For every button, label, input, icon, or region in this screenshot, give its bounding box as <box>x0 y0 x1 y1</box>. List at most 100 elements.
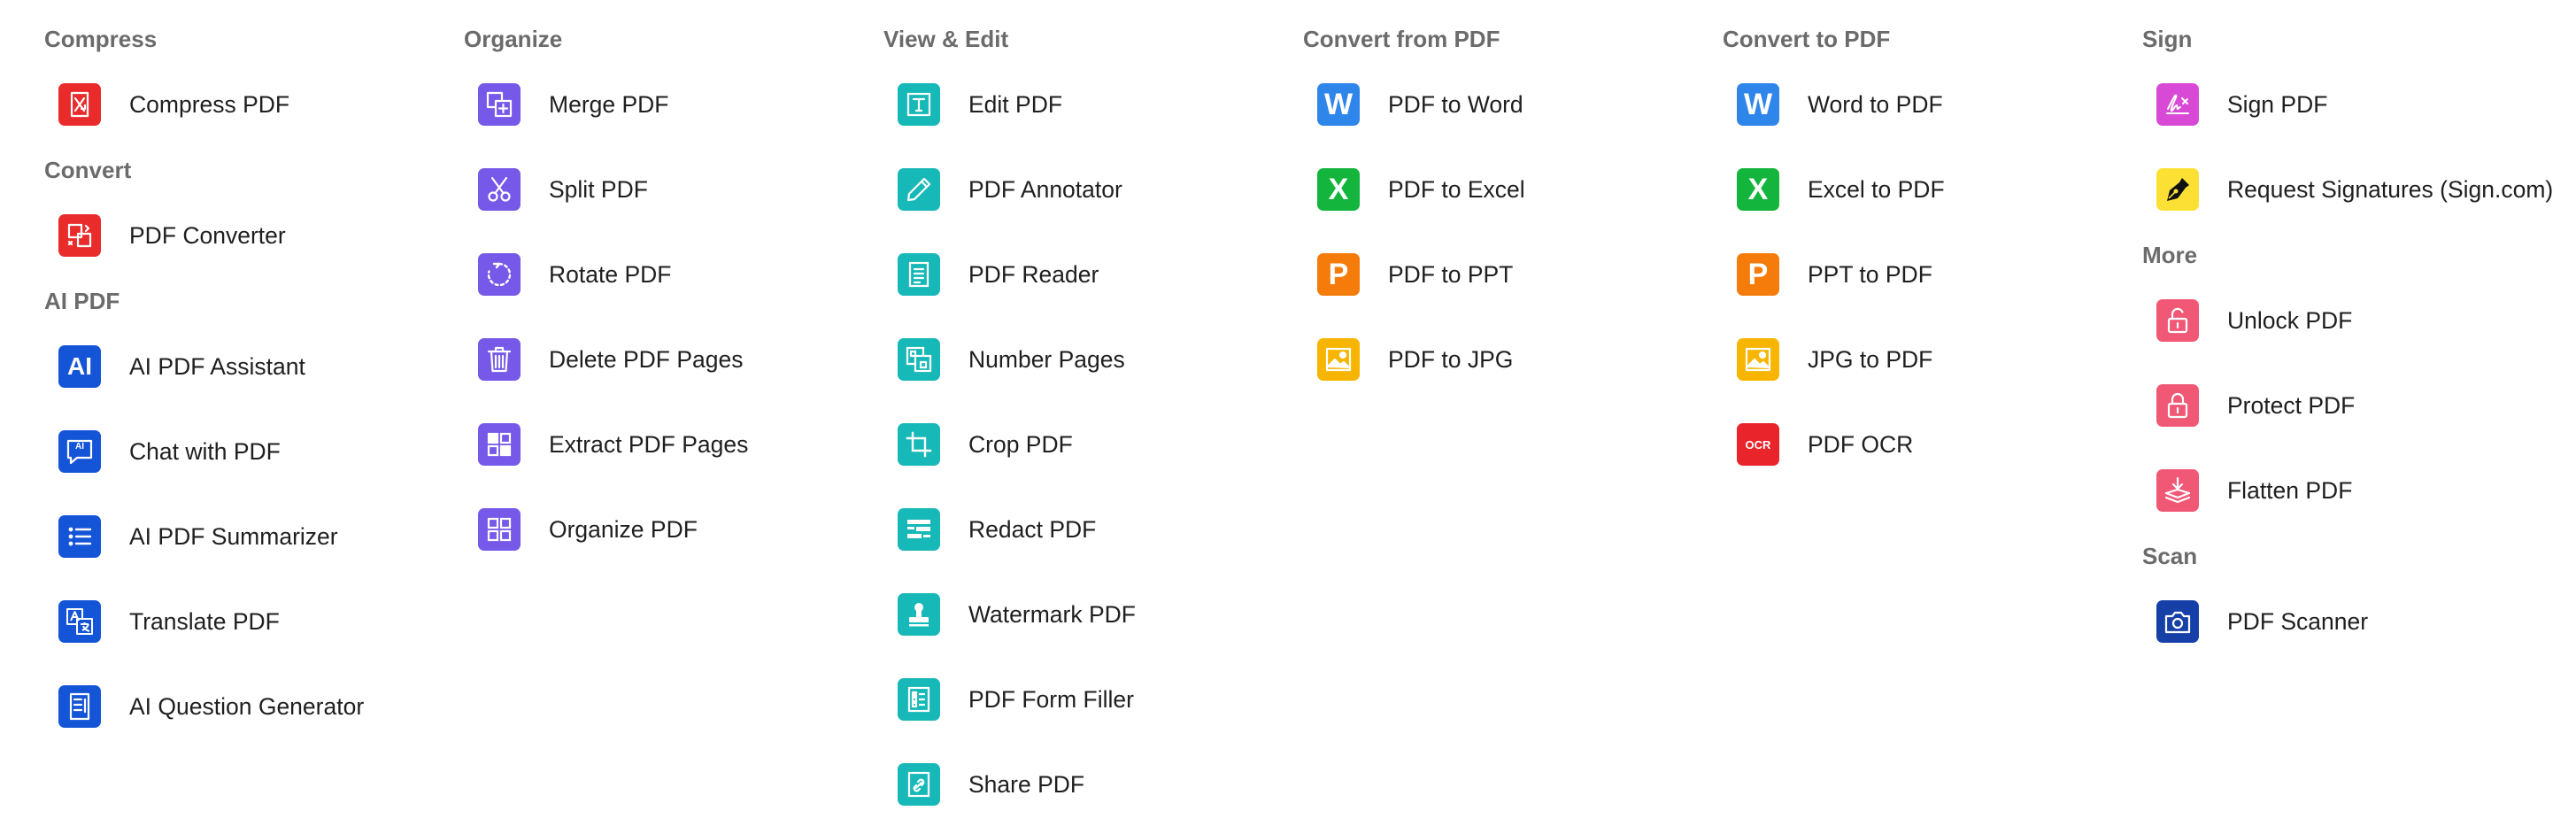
column-convert-from-pdf: Convert from PDF W PDF to Word X PDF to … <box>1303 16 1525 402</box>
unlock-icon <box>2156 299 2199 342</box>
camera-icon <box>2156 600 2199 643</box>
lock-icon <box>2156 384 2199 427</box>
menu-item-pdf-scanner[interactable]: PDF Scanner <box>2142 579 2553 664</box>
menu-item-label: AI PDF Summarizer <box>129 522 338 550</box>
menu-item-pdf-to-excel[interactable]: X PDF to Excel <box>1303 147 1525 232</box>
menu-item-label: Sign PDF <box>2227 90 2328 118</box>
menu-item-watermark-pdf[interactable]: Watermark PDF <box>883 572 1136 657</box>
menu-item-label: Extract PDF Pages <box>549 430 749 458</box>
menu-item-number-pages[interactable]: Number Pages <box>883 317 1136 402</box>
menu-item-pdf-to-jpg[interactable]: PDF to JPG <box>1303 317 1525 402</box>
menu-item-label: PDF to Word <box>1388 90 1523 118</box>
ai-icon: AI <box>58 345 101 388</box>
menu-item-pdf-annotator[interactable]: PDF Annotator <box>883 147 1136 232</box>
column-view-edit: View & Edit Edit PDF PDF Annotator PDF R… <box>883 16 1136 827</box>
word-icon: W <box>1317 83 1360 126</box>
menu-item-merge-pdf[interactable]: Merge PDF <box>464 62 748 147</box>
menu-item-split-pdf[interactable]: Split PDF <box>464 147 748 232</box>
menu-item-crop-pdf[interactable]: Crop PDF <box>883 402 1136 487</box>
compress-icon <box>58 83 101 126</box>
menu-item-unlock-pdf[interactable]: Unlock PDF <box>2142 278 2553 363</box>
menu-item-ppt-to-pdf[interactable]: P PPT to PDF <box>1723 232 1945 317</box>
menu-item-label: Split PDF <box>549 175 648 203</box>
menu-item-share-pdf[interactable]: Share PDF <box>883 742 1136 827</box>
menu-item-word-to-pdf[interactable]: W Word to PDF <box>1723 62 1945 147</box>
section-heading-ai-pdf: AI PDF <box>44 288 120 314</box>
section-heading-sign: Sign <box>2142 26 2193 52</box>
menu-item-ai-pdf-assistant[interactable]: AI AI PDF Assistant <box>44 324 364 409</box>
menu-item-label: PPT to PDF <box>1808 260 1932 288</box>
menu-item-chat-with-pdf[interactable]: AI Chat with PDF <box>44 409 364 494</box>
menu-item-translate-pdf[interactable]: Translate PDF <box>44 579 364 664</box>
excel-icon: X <box>1317 168 1360 211</box>
menu-item-label: Edit PDF <box>968 90 1063 118</box>
menu-item-pdf-ocr[interactable]: OCR PDF OCR <box>1723 402 1945 487</box>
section-heading-view-edit: View & Edit <box>883 26 1009 52</box>
menu-item-label: Unlock PDF <box>2227 306 2353 334</box>
signature-icon <box>2156 83 2199 126</box>
section-heading-organize: Organize <box>464 26 563 52</box>
extract-icon <box>478 423 521 466</box>
image-icon <box>1317 338 1360 381</box>
flatten-icon <box>2156 469 2199 512</box>
menu-item-label: PDF Scanner <box>2227 607 2369 635</box>
menu-item-extract-pdf-pages[interactable]: Extract PDF Pages <box>464 402 748 487</box>
form-icon <box>898 678 940 721</box>
excel-icon: X <box>1737 168 1779 211</box>
menu-item-label: Rotate PDF <box>549 260 672 288</box>
stamp-icon <box>898 593 940 636</box>
section-heading-convert-from-pdf: Convert from PDF <box>1303 26 1500 52</box>
menu-item-organize-pdf[interactable]: Organize PDF <box>464 487 748 572</box>
menu-item-label: PDF Converter <box>129 221 286 249</box>
menu-item-flatten-pdf[interactable]: Flatten PDF <box>2142 448 2553 533</box>
menu-item-label: Compress PDF <box>129 90 290 118</box>
menu-item-label: AI Question Generator <box>129 692 365 720</box>
trash-icon <box>478 338 521 381</box>
menu-item-jpg-to-pdf[interactable]: JPG to PDF <box>1723 317 1945 402</box>
menu-item-compress-pdf[interactable]: Compress PDF <box>44 62 364 147</box>
menu-item-ai-pdf-summarizer[interactable]: AI PDF Summarizer <box>44 494 364 579</box>
menu-item-pdf-reader[interactable]: PDF Reader <box>883 232 1136 317</box>
word-icon: W <box>1737 83 1779 126</box>
pen-nib-icon <box>2156 168 2199 211</box>
menu-item-redact-pdf[interactable]: Redact PDF <box>883 487 1136 572</box>
menu-item-delete-pdf-pages[interactable]: Delete PDF Pages <box>464 317 748 402</box>
menu-item-pdf-converter[interactable]: PDF Converter <box>44 193 364 278</box>
tools-mega-menu: Compress Compress PDF Convert PDF Conver… <box>0 0 2576 834</box>
section-heading-scan: Scan <box>2142 543 2198 569</box>
menu-item-label: Chat with PDF <box>129 437 281 465</box>
question-doc-icon <box>58 685 101 728</box>
pencil-icon <box>898 168 940 211</box>
column-convert-to-pdf: Convert to PDF W Word to PDF X Excel to … <box>1723 16 1945 487</box>
edit-text-icon <box>898 83 940 126</box>
section-heading-convert-to-pdf: Convert to PDF <box>1723 26 1891 52</box>
menu-item-label: AI PDF Assistant <box>129 352 305 380</box>
menu-item-ai-question-generator[interactable]: AI Question Generator <box>44 664 364 749</box>
ppt-icon: P <box>1737 253 1779 296</box>
menu-item-sign-pdf[interactable]: Sign PDF <box>2142 62 2553 147</box>
menu-item-label: PDF to PPT <box>1388 260 1514 288</box>
crop-icon <box>898 423 940 466</box>
menu-item-request-signatures[interactable]: Request Signatures (Sign.com) <box>2142 147 2553 232</box>
section-heading-more: More <box>2142 242 2198 268</box>
menu-item-label: Delete PDF Pages <box>549 345 744 373</box>
section-heading-compress: Compress <box>44 26 158 52</box>
menu-item-label: PDF Annotator <box>968 175 1122 203</box>
menu-item-label: Crop PDF <box>968 430 1073 458</box>
menu-item-label: Number Pages <box>968 345 1125 373</box>
scissors-icon <box>478 168 521 211</box>
menu-item-pdf-to-ppt[interactable]: P PDF to PPT <box>1303 232 1525 317</box>
menu-item-pdf-to-word[interactable]: W PDF to Word <box>1303 62 1525 147</box>
menu-item-pdf-form-filler[interactable]: PDF Form Filler <box>883 657 1136 742</box>
menu-item-protect-pdf[interactable]: Protect PDF <box>2142 363 2553 448</box>
translate-icon <box>58 600 101 643</box>
menu-item-edit-pdf[interactable]: Edit PDF <box>883 62 1136 147</box>
menu-item-label: PDF OCR <box>1808 430 1914 458</box>
menu-item-label: Share PDF <box>968 770 1085 798</box>
menu-item-label: Organize PDF <box>549 515 698 543</box>
column-sign-more-scan: Sign Sign PDF Request Signatures (Sign.c… <box>2142 16 2553 664</box>
menu-item-label: JPG to PDF <box>1808 345 1933 373</box>
menu-item-excel-to-pdf[interactable]: X Excel to PDF <box>1723 147 1945 232</box>
grid-icon <box>478 508 521 551</box>
menu-item-rotate-pdf[interactable]: Rotate PDF <box>464 232 748 317</box>
